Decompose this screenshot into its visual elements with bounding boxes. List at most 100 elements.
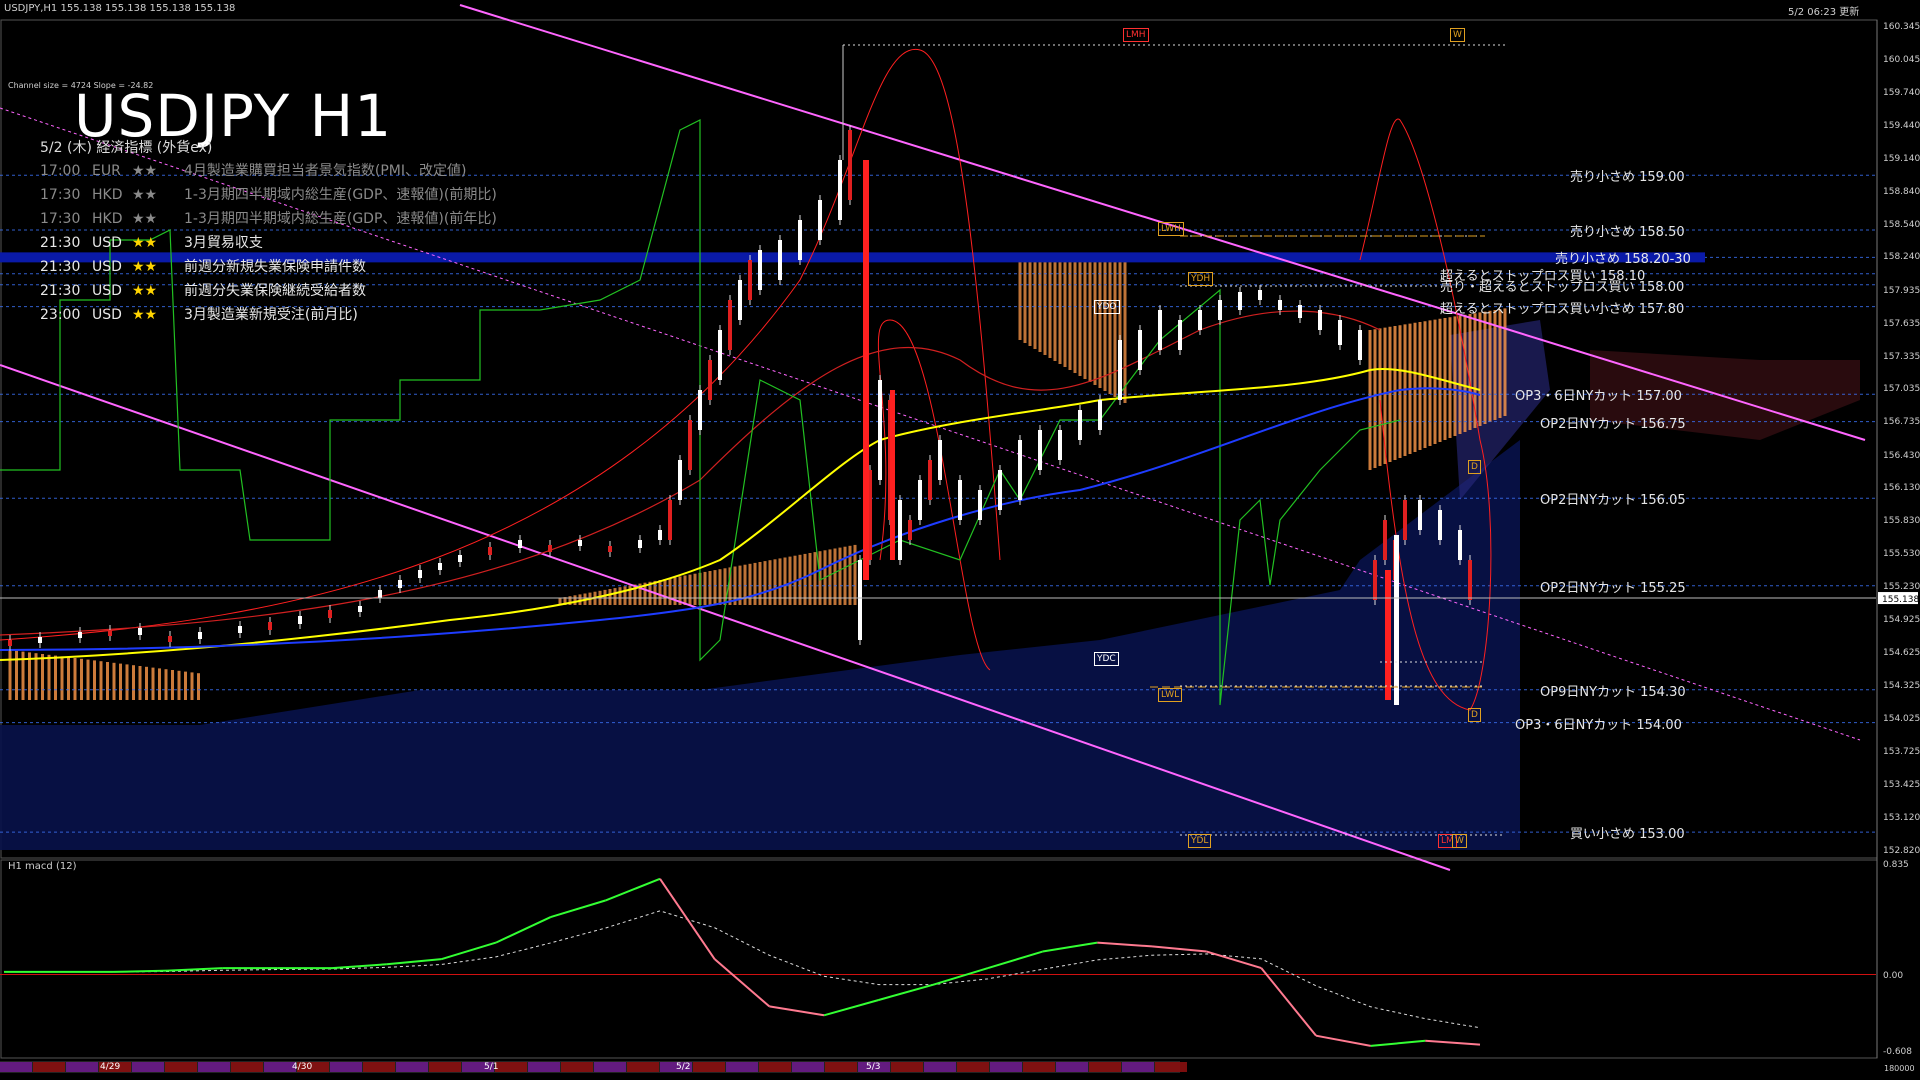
candle-body <box>638 540 642 548</box>
candle-body <box>958 480 962 520</box>
level-label: 売り小さめ 158.50 <box>1570 225 1685 240</box>
candle-body <box>438 563 442 570</box>
event-stars: ★★ <box>132 163 158 179</box>
time-strip-seg <box>693 1062 725 1072</box>
level-label: 売り小さめ 159.00 <box>1570 170 1685 186</box>
time-strip-seg <box>726 1062 758 1072</box>
candle-body <box>738 280 742 320</box>
candle-body <box>1383 520 1387 560</box>
time-label: 5/1 <box>484 1062 499 1072</box>
time-strip-seg <box>165 1062 197 1072</box>
marker-d: D <box>1468 708 1481 722</box>
candle-body <box>908 520 912 540</box>
candle-body <box>578 540 582 546</box>
price-tick: 157.335 <box>1883 351 1920 362</box>
time-strip-seg <box>1089 1062 1121 1072</box>
price-tick: 159.140 <box>1883 153 1920 164</box>
event-ccy: USD <box>92 283 122 299</box>
macd-segment <box>1206 950 1262 970</box>
symbol-info: USDJPY,H1 155.138 155.138 155.138 155.13… <box>4 3 236 14</box>
price-tick: 154.925 <box>1883 615 1920 626</box>
price-tick: 160.045 <box>1883 54 1920 65</box>
candle-body <box>1178 320 1182 350</box>
candle-body <box>358 606 362 612</box>
current-price-label: 155.138 <box>1882 595 1919 605</box>
macd-segment <box>878 983 934 1001</box>
candle-body <box>878 380 882 480</box>
time-strip-seg <box>825 1062 857 1072</box>
macd-segment <box>604 877 661 902</box>
price-tick: 157.035 <box>1883 384 1920 395</box>
macd-segment <box>933 967 989 986</box>
candle-body <box>1018 440 1022 500</box>
event-row: 21:30 USD ★★ 前週分失業保険継続受給者数 <box>40 280 366 300</box>
marker-ydc: YDC <box>1094 652 1119 666</box>
event-name: 1-3月期四半期域内総生産(GDP、速報値)(前期比) <box>184 187 497 203</box>
level-label: OP3・6日NYカット 154.00 <box>1515 717 1682 733</box>
price-tick: 156.130 <box>1883 483 1920 494</box>
macd-segment <box>769 1005 825 1017</box>
event-row: 17:30 HKD ★★ 1-3月期四半期域内総生産(GDP、速報値)(前期比) <box>40 184 497 204</box>
price-tick: 157.635 <box>1883 318 1920 329</box>
time-strip-seg <box>66 1062 98 1072</box>
event-stars: ★★ <box>132 187 158 203</box>
level-label: 売り・超えるとストップロス買い 158.00 <box>1440 279 1685 295</box>
event-name: 4月製造業購買担当者景気指数(PMI、改定値) <box>184 163 467 179</box>
price-tick: 157.935 <box>1883 285 1920 296</box>
price-tick: 154.025 <box>1883 713 1920 724</box>
price-tick: 159.440 <box>1883 121 1920 132</box>
time-axis-right: 180000 <box>1884 1064 1915 1073</box>
time-label: 5/2 <box>676 1062 691 1072</box>
time-strip-seg <box>231 1062 263 1072</box>
candle-body <box>718 330 722 380</box>
event-ccy: HKD <box>92 187 123 203</box>
event-time: 21:30 <box>40 259 81 275</box>
price-tick: 158.840 <box>1883 186 1920 197</box>
candle-body <box>778 240 782 280</box>
candle-body <box>1158 310 1162 350</box>
candle-body <box>1468 560 1472 600</box>
candle-body <box>658 530 662 540</box>
level-label: OP2日NYカット 156.05 <box>1540 493 1686 509</box>
macd-segment <box>113 969 169 973</box>
candle-body <box>1198 310 1202 330</box>
candle-body <box>1058 430 1062 460</box>
event-time: 17:30 <box>40 211 81 227</box>
time-strip-seg <box>132 1062 164 1072</box>
candle-body <box>1338 320 1342 345</box>
time-label: 4/30 <box>292 1062 313 1072</box>
macd-title: H1 macd (12) <box>8 861 77 872</box>
level-label: OP9日NYカット 154.30 <box>1540 684 1686 700</box>
time-strip-seg <box>429 1062 461 1072</box>
event-row: 21:30 USD ★★ 前週分新規失業保険申請件数 <box>40 256 366 276</box>
macd-axis-zero: 0.00 <box>1883 971 1904 981</box>
time-strip-seg <box>957 1062 989 1072</box>
macd-frame <box>0 859 1878 1059</box>
candle-body <box>998 470 1002 510</box>
marker-lmh: LMH <box>1123 28 1149 42</box>
price-tick: 155.530 <box>1883 549 1920 560</box>
level-label: OP2日NYカット 156.75 <box>1540 416 1686 432</box>
updated-time: 5/2 06:23 更新 <box>1788 7 1860 18</box>
price-tick: 156.735 <box>1883 417 1920 428</box>
bollinger-lower <box>877 319 991 671</box>
price-tick: 153.425 <box>1883 779 1920 790</box>
chart-window: 155.138 USDJPY,H1 155.138 155.138 155.13… <box>0 0 1920 1080</box>
macd-segment <box>1370 1039 1426 1047</box>
candle-body <box>1078 410 1082 440</box>
candle-body <box>38 637 42 643</box>
price-tick: 154.625 <box>1883 648 1920 659</box>
event-time: 17:30 <box>40 187 81 203</box>
candle-body <box>378 590 382 598</box>
time-strip-seg <box>495 1062 527 1072</box>
macd-segment <box>550 899 606 919</box>
event-name: 3月製造業新規受注(前月比) <box>184 307 358 323</box>
time-strip-seg <box>363 1062 395 1072</box>
event-stars: ★★ <box>132 307 158 323</box>
macd-axis-top: 0.835 <box>1883 860 1909 870</box>
macd-signal <box>4 910 1481 1029</box>
event-time: 23:00 <box>40 307 81 323</box>
time-strip-seg <box>561 1062 593 1072</box>
time-strip-seg <box>396 1062 428 1072</box>
candle-body <box>1358 330 1362 360</box>
